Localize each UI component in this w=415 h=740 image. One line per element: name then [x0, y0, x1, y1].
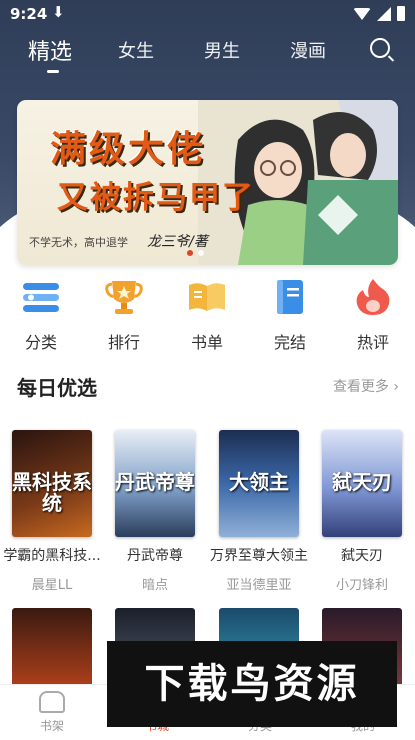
cover-text: 黑科技系统: [12, 470, 92, 515]
book-cover: 黑科技系统: [12, 430, 92, 537]
search-icon[interactable]: [370, 38, 390, 58]
book-card[interactable]: 弑天刃 弑天刃 小刀锋利: [312, 430, 412, 593]
banner-title-line1: 满级大佬: [50, 129, 207, 170]
shortcut-label: 书单: [190, 333, 223, 352]
shortcut-hot-reviews[interactable]: 热评: [343, 277, 403, 353]
banner-title-line2: 又被拆马甲了: [57, 180, 255, 216]
book-author: 晨星LL: [31, 578, 73, 593]
bottom-tab-bookshelf[interactable]: 书架: [12, 691, 92, 734]
signal-icon: [377, 6, 391, 21]
promo-banner[interactable]: 满级大佬 又被拆马甲了 不学无术，高中退学 龙三爷/著: [17, 100, 398, 265]
category-shortcuts: 分类 排行 书单 完结 热评: [0, 277, 415, 352]
book-author: 小刀锋利: [335, 578, 388, 593]
shortcut-ranking[interactable]: 排行: [94, 277, 154, 353]
trophy-icon: [105, 281, 143, 314]
tab-featured[interactable]: 精选: [28, 34, 72, 66]
book-cover-partial[interactable]: [12, 608, 92, 688]
shortcut-completed[interactable]: 完结: [260, 277, 320, 353]
open-book-icon: [189, 283, 225, 311]
shortcut-label: 完结: [273, 333, 306, 352]
banner-author: 龙三爷/著: [147, 234, 208, 250]
battery-icon: [397, 6, 405, 21]
book-card[interactable]: 黑科技系统 学霸的黑科技... 晨星LL: [2, 430, 102, 593]
wifi-icon: [353, 7, 371, 20]
book-card[interactable]: 大领主 万界至尊大领主 亚当德里亚: [209, 430, 309, 593]
pager-dot-active: [187, 250, 193, 256]
tab-comics[interactable]: 漫画: [290, 37, 326, 63]
status-bar: 9:24 ⬇: [0, 0, 415, 28]
book-author: 亚当德里亚: [226, 578, 292, 593]
book-title: 丹武帝尊: [127, 548, 183, 564]
banner-subtitle: 不学无术，高中退学: [29, 236, 128, 249]
chevron-right-icon: ›: [393, 379, 399, 395]
pager-dot: [198, 250, 204, 256]
see-more-link[interactable]: 查看更多 ›: [333, 376, 399, 396]
tab-indicator: [47, 70, 59, 73]
bookshelf-icon: [39, 691, 65, 713]
banner-pager: [187, 250, 204, 256]
status-time: 9:24: [10, 5, 48, 23]
download-icon: ⬇: [52, 3, 65, 21]
cover-text: 大领主: [229, 470, 289, 494]
book-title: 弑天刃: [341, 548, 383, 564]
shortcut-categories[interactable]: 分类: [11, 277, 71, 353]
book-card[interactable]: 丹武帝尊 丹武帝尊 暗点: [105, 430, 205, 593]
book-title: 学霸的黑科技...: [3, 548, 101, 564]
book-author: 暗点: [141, 578, 168, 593]
shortcut-label: 热评: [356, 333, 389, 352]
book-cover: 丹武帝尊: [115, 430, 195, 537]
section-title: 每日优选: [17, 376, 97, 400]
tab-male[interactable]: 男生: [204, 37, 240, 63]
shortcut-booklists[interactable]: 书单: [177, 277, 237, 353]
cover-text: 弑天刃: [332, 470, 392, 494]
flame-icon: [356, 279, 390, 315]
closed-book-icon: [277, 280, 303, 314]
list-icon: [23, 283, 59, 312]
cover-text: 丹武帝尊: [115, 470, 195, 494]
top-nav: 精选 女生 男生 漫画: [0, 34, 415, 74]
book-title: 万界至尊大领主: [210, 548, 308, 564]
watermark-overlay: 下载鸟资源: [107, 641, 397, 727]
bottom-tab-label: 书架: [39, 719, 64, 733]
book-cover: 大领主: [219, 430, 299, 537]
see-more-label: 查看更多: [332, 379, 389, 395]
book-cover: 弑天刃: [322, 430, 402, 537]
tab-female[interactable]: 女生: [118, 37, 154, 63]
shortcut-label: 排行: [107, 333, 140, 352]
shortcut-label: 分类: [24, 333, 57, 352]
